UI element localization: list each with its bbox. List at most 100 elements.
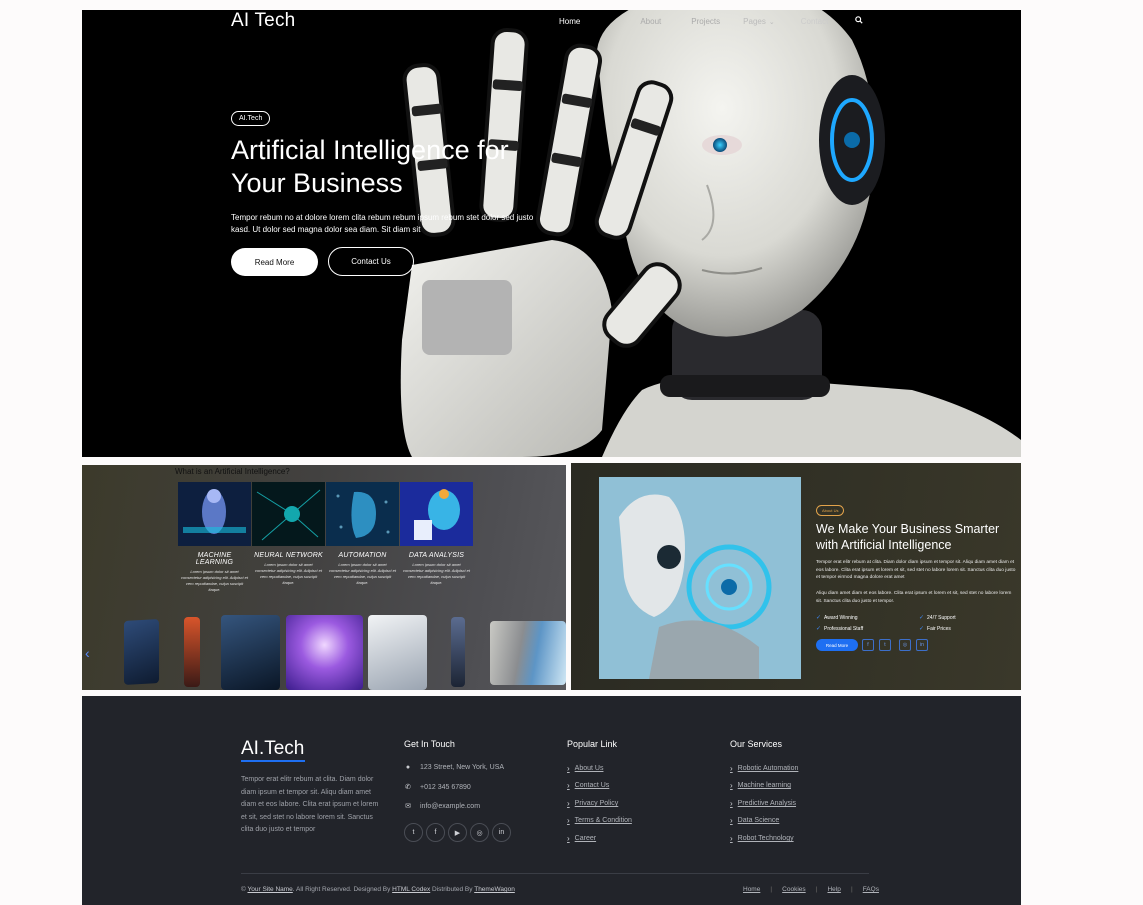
carousel-slide[interactable]	[124, 619, 159, 685]
map-marker-icon: ●	[405, 764, 411, 771]
footer-address: ● 123 Street, New York, USA	[405, 764, 505, 771]
copyright: © Your Site Name. All Right Reserved. De…	[241, 886, 515, 893]
check-icon: ✓	[919, 615, 925, 621]
bottom-link-help[interactable]: Help	[827, 886, 840, 893]
linkedin-icon[interactable]: in	[916, 639, 928, 651]
hero-tag: AI.Tech	[231, 111, 271, 126]
chevron-right-icon: ›	[567, 799, 570, 808]
feature-card-title: AUTOMATION	[338, 552, 387, 559]
machine-learning-image	[178, 482, 251, 546]
nav-about[interactable]: About	[640, 17, 661, 26]
twitter-icon[interactable]: t	[879, 639, 891, 651]
chevron-right-icon: ›	[567, 834, 570, 843]
nav-pages[interactable]: Pages ⌄	[743, 17, 775, 26]
check-icon: ✓	[816, 626, 822, 632]
chevron-right-icon: ›	[730, 799, 733, 808]
footer-brand-underline	[241, 760, 305, 762]
carousel-slide[interactable]	[221, 615, 280, 690]
about-panel: About Us We Make Your Business Smarter w…	[571, 463, 1021, 690]
brand-logo[interactable]: AI Tech	[231, 10, 295, 32]
read-more-button[interactable]: Read More	[231, 248, 318, 276]
bottom-link-home[interactable]: Home	[743, 886, 760, 893]
bottom-link-cookies[interactable]: Cookies	[782, 886, 805, 893]
about-heading: We Make Your Business Smarter with Artif…	[816, 522, 1000, 552]
contact-us-button[interactable]: Contact Us	[328, 247, 414, 276]
robot-hero-image	[400, 10, 1021, 457]
footer-brand[interactable]: AI.Tech	[241, 738, 304, 760]
footer-about: Tempor erat elitr rebum at clita. Diam d…	[241, 776, 379, 833]
carousel-slide[interactable]	[451, 617, 465, 687]
distributor-link[interactable]: ThemeWagon	[474, 886, 515, 893]
feature-card[interactable]: MACHINE LEARNING Lorem ipsum dolor sit a…	[178, 482, 251, 593]
footer-service-link[interactable]: › Data Science	[730, 816, 779, 825]
chevron-right-icon: ›	[567, 816, 570, 825]
instagram-icon[interactable]: ◎	[470, 823, 489, 842]
designer-link[interactable]: HTML Codex	[392, 886, 430, 893]
feature-card-desc: Lorem ipsum dolor sit amet consectetur a…	[181, 569, 248, 592]
get-in-touch-title: Get In Touch	[404, 739, 455, 749]
carousel-slide[interactable]	[184, 617, 200, 687]
feature-card[interactable]: DATA ANALYSIS Lorem ipsum dolor sit amet…	[400, 482, 473, 586]
check-icon: ✓	[919, 626, 925, 632]
footer-service-link[interactable]: › Robotic Automation	[730, 764, 798, 773]
automation-image	[326, 482, 399, 546]
about-us-pill: About Us	[816, 505, 845, 516]
feature-card[interactable]: AUTOMATION Lorem ipsum dolor sit amet co…	[326, 482, 399, 586]
envelope-icon: ✉	[405, 803, 411, 810]
carousel-slide[interactable]	[368, 615, 427, 690]
footer-divider	[241, 873, 869, 874]
check-item: ✓ Award Winning	[816, 614, 858, 622]
check-icon: ✓	[816, 615, 822, 621]
about-paragraph-2: Aliqu diam amet diam et eos labore. Clit…	[816, 591, 1012, 604]
facebook-icon[interactable]: f	[862, 639, 874, 651]
hero-lead: Tempor rebum no at dolore lorem clita re…	[231, 213, 534, 234]
bottom-link-faqs[interactable]: FAQs	[863, 886, 879, 893]
footer-link-privacy[interactable]: › Privacy Policy	[567, 799, 618, 808]
about-read-more-button[interactable]: Read More	[816, 639, 858, 651]
about-paragraph-1: Tempor erat elitr rebum at clita. Diam d…	[816, 560, 1016, 580]
neural-network-image	[252, 482, 325, 546]
footer-service-link[interactable]: › Machine learning	[730, 781, 791, 790]
popular-link-title: Popular Link	[567, 739, 618, 749]
chevron-right-icon: ›	[730, 816, 733, 825]
nav-home[interactable]: Home	[559, 17, 580, 26]
nav-pages-label: Pages	[743, 16, 766, 26]
carousel-slide[interactable]	[490, 621, 566, 685]
twitter-icon[interactable]: t	[404, 823, 423, 842]
footer-bottom-links: Home | Cookies | Help | FAQs	[743, 886, 879, 893]
feature-card[interactable]: NEURAL NETWORK Lorem ipsum dolor sit ame…	[252, 482, 325, 586]
nav-projects[interactable]: Projects	[691, 17, 720, 26]
nav-contact[interactable]: Contact	[801, 17, 829, 26]
feature-card-desc: Lorem ipsum dolor sit amet consectetur a…	[255, 562, 322, 585]
chevron-right-icon: ›	[730, 834, 733, 843]
carousel-slide-active[interactable]	[286, 615, 363, 690]
our-services-title: Our Services	[730, 739, 783, 749]
check-item: ✓ Fair Prices	[919, 625, 951, 633]
footer: AI.Tech Tempor erat elitr rebum at clita…	[82, 696, 1021, 905]
feature-card-desc: Lorem ipsum dolor sit amet consectetur a…	[403, 562, 470, 585]
data-analysis-image	[400, 482, 473, 546]
page: AI Tech Home About Projects Pages ⌄ Conta…	[0, 0, 1143, 905]
footer-link-career[interactable]: › Career	[567, 834, 596, 843]
feature-card-title: DATA ANALYSIS	[408, 552, 465, 559]
section-question: What is an Artificial Intelligence?	[175, 467, 290, 476]
footer-service-link[interactable]: › Predictive Analysis	[730, 799, 796, 808]
feature-card-desc: Lorem ipsum dolor sit amet consectetur a…	[329, 562, 396, 585]
youtube-icon[interactable]: ▶	[448, 823, 467, 842]
carousel-prev-icon[interactable]: ‹	[85, 645, 90, 661]
hero-section: AI Tech Home About Projects Pages ⌄ Conta…	[82, 10, 1021, 457]
chevron-right-icon: ›	[567, 764, 570, 773]
footer-service-link[interactable]: › Robot Technology	[730, 834, 794, 843]
feature-card-title: MACHINE LEARNING	[195, 552, 234, 566]
instagram-icon[interactable]: ◎	[899, 639, 911, 651]
linkedin-icon[interactable]: in	[492, 823, 511, 842]
chevron-down-icon: ⌄	[768, 18, 775, 26]
footer-email: ✉ info@example.com	[405, 802, 481, 811]
footer-link-about[interactable]: › About Us	[567, 764, 603, 773]
site-name-link[interactable]: Your Site Name	[248, 886, 293, 893]
facebook-icon[interactable]: f	[426, 823, 445, 842]
footer-link-terms[interactable]: › Terms & Condition	[567, 816, 632, 825]
footer-link-contact[interactable]: › Contact Us	[567, 781, 609, 790]
search-icon[interactable]	[855, 16, 863, 26]
chevron-right-icon: ›	[730, 764, 733, 773]
